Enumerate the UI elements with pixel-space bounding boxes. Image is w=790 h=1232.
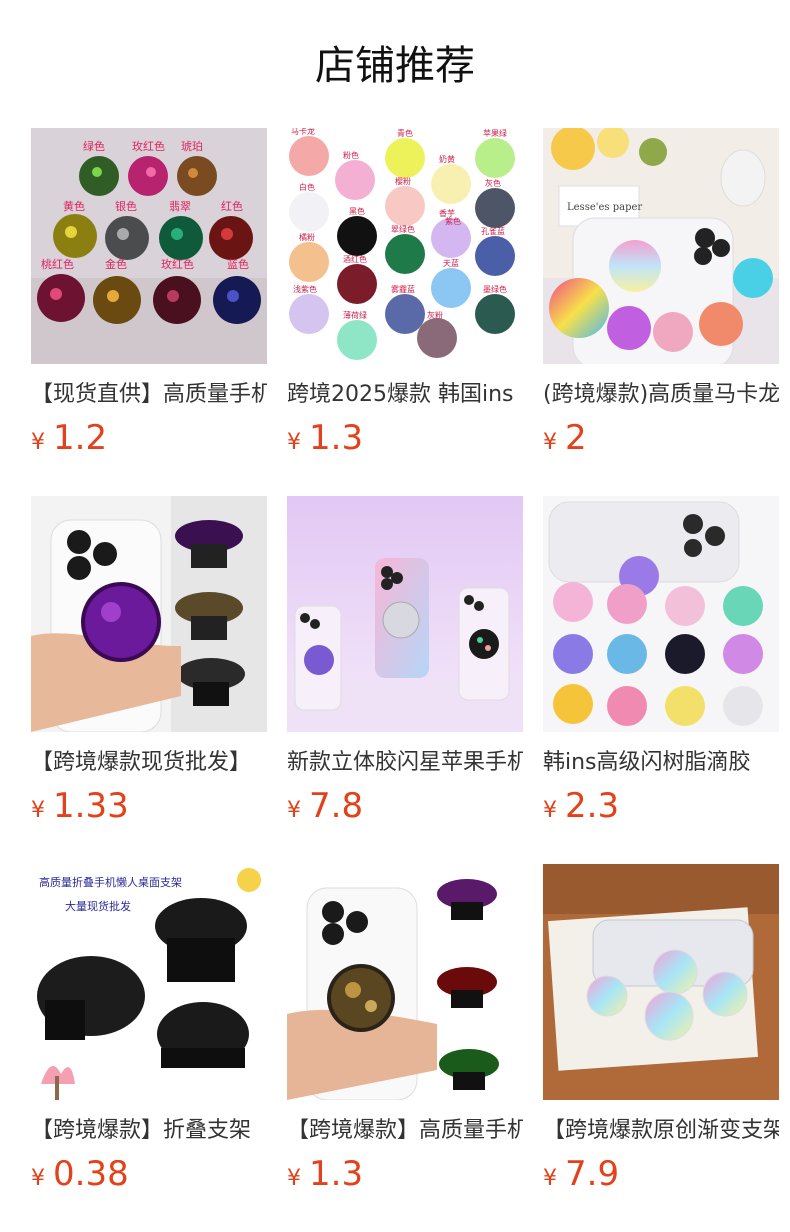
product-card[interactable]: 【跨境爆款现货批发】 ¥1.33 <box>31 496 267 831</box>
image-label: Lesse'es paper <box>567 202 642 213</box>
image-label: 黑色 <box>349 206 365 216</box>
currency-symbol: ¥ <box>287 798 301 823</box>
price-value: 2 <box>565 418 587 458</box>
product-image[interactable] <box>543 864 779 1100</box>
currency-symbol: ¥ <box>287 1166 301 1191</box>
image-label: 苹果绿 <box>483 128 507 138</box>
image-label: 浅紫色 <box>293 284 317 294</box>
currency-symbol: ¥ <box>31 798 45 823</box>
price-value: 1.3 <box>309 1154 364 1194</box>
currency-symbol: ¥ <box>287 430 301 455</box>
image-label: 翡翠 <box>169 200 191 213</box>
product-title[interactable]: 新款立体胶闪星苹果手机 <box>287 746 523 780</box>
image-label: 高质量折叠手机懒人桌面支架 <box>39 875 182 889</box>
image-label: 奶黄 <box>439 154 455 164</box>
image-label: 琥珀 <box>181 139 203 153</box>
product-card[interactable]: 绿色 玫红色 琥珀 黄色 银色 翡翠 红色 桃红色 金色 玫红色 蓝色 【现货直… <box>31 128 267 463</box>
product-card[interactable]: 【跨境爆款原创渐变支架 ¥7.9 <box>543 864 779 1199</box>
image-label: 灰色 <box>485 178 501 188</box>
image-label: 薄荷绿 <box>343 310 367 320</box>
product-price: ¥1.2 <box>31 418 267 463</box>
image-label: 银色 <box>115 199 137 213</box>
product-title[interactable]: 【现货直供】高质量手机支架 <box>31 378 267 412</box>
image-label: 孔雀蓝 <box>481 226 505 236</box>
image-label: 粉色 <box>343 150 359 160</box>
product-title[interactable]: 【跨境爆款原创渐变支架 <box>543 1114 779 1148</box>
image-label: 酒红色 <box>343 254 367 264</box>
product-price: ¥2.3 <box>543 786 779 831</box>
currency-symbol: ¥ <box>543 1166 557 1191</box>
product-title[interactable]: (跨境爆款)高质量马卡龙 <box>543 378 779 412</box>
image-label: 翠绿色 <box>391 224 415 234</box>
product-title[interactable]: 【跨境爆款】高质量手机 <box>287 1114 523 1148</box>
product-price: ¥1.3 <box>287 1154 523 1199</box>
image-label: 蓝色 <box>227 257 249 271</box>
image-label: 青色 <box>397 128 413 138</box>
product-image[interactable]: 马卡龙 青色 苹果绿 粉色 樱粉 奶黄 灰色 白色 黑色 翠绿色 香芋 紫色 孔… <box>287 128 523 364</box>
image-label: 金色 <box>105 257 127 271</box>
image-label: 大量现货批发 <box>65 899 131 913</box>
product-image[interactable] <box>287 496 523 732</box>
product-title[interactable]: 韩ins高级闪树脂滴胶 <box>543 746 779 780</box>
price-value: 7.8 <box>309 786 364 826</box>
product-card[interactable]: 【跨境爆款】高质量手机 ¥1.3 <box>287 864 523 1199</box>
image-label: 橘粉 <box>299 232 315 242</box>
price-value: 1.33 <box>53 786 129 826</box>
image-label: 灰粉 <box>427 310 443 320</box>
product-price: ¥7.9 <box>543 1154 779 1199</box>
product-price: ¥7.8 <box>287 786 523 831</box>
product-price: ¥1.33 <box>31 786 267 831</box>
price-value: 0.38 <box>53 1154 129 1194</box>
currency-symbol: ¥ <box>543 798 557 823</box>
price-value: 1.3 <box>309 418 364 458</box>
product-image[interactable] <box>287 864 523 1100</box>
product-title[interactable]: 【跨境爆款】折叠支架 <box>31 1114 267 1148</box>
product-image[interactable] <box>31 496 267 732</box>
image-label: 马卡龙 <box>291 128 315 136</box>
price-value: 1.2 <box>53 418 108 458</box>
product-card[interactable]: 马卡龙 青色 苹果绿 粉色 樱粉 奶黄 灰色 白色 黑色 翠绿色 香芋 紫色 孔… <box>287 128 523 463</box>
currency-symbol: ¥ <box>543 430 557 455</box>
product-title[interactable]: 【跨境爆款现货批发】 <box>31 746 267 780</box>
image-label: 红色 <box>221 199 243 213</box>
product-image[interactable]: 绿色 玫红色 琥珀 黄色 银色 翡翠 红色 桃红色 金色 玫红色 蓝色 <box>31 128 267 364</box>
image-label: 黄色 <box>63 199 85 213</box>
page-title: 店铺推荐 <box>315 43 475 89</box>
image-label: 绿色 <box>83 139 105 153</box>
image-label: 玫红色 <box>161 257 194 271</box>
image-label: 天蓝 <box>443 258 459 268</box>
price-value: 7.9 <box>565 1154 620 1194</box>
product-card[interactable]: 新款立体胶闪星苹果手机 ¥7.8 <box>287 496 523 831</box>
product-card[interactable]: 韩ins高级闪树脂滴胶 ¥2.3 <box>543 496 779 831</box>
image-label: 紫色 <box>445 216 461 226</box>
image-label: 玫红色 <box>132 139 165 153</box>
product-price: ¥0.38 <box>31 1154 267 1199</box>
price-value: 2.3 <box>565 786 620 826</box>
image-label: 白色 <box>299 182 315 192</box>
product-title[interactable]: 跨境2025爆款 韩国ins <box>287 378 523 412</box>
product-price: ¥1.3 <box>287 418 523 463</box>
image-label: 墨绿色 <box>483 284 507 294</box>
image-label: 樱粉 <box>395 176 411 186</box>
product-card[interactable]: Lesse'es paper (跨境爆款)高质量马卡龙 ¥2 <box>543 128 779 463</box>
product-image[interactable]: Lesse'es paper <box>543 128 779 364</box>
currency-symbol: ¥ <box>31 430 45 455</box>
product-image[interactable]: 高质量折叠手机懒人桌面支架 大量现货批发 <box>31 864 267 1100</box>
product-price: ¥2 <box>543 418 779 463</box>
image-label: 桃红色 <box>41 257 74 271</box>
product-image[interactable] <box>543 496 779 732</box>
image-label: 雾霾蓝 <box>391 284 415 294</box>
currency-symbol: ¥ <box>31 1166 45 1191</box>
product-card[interactable]: 高质量折叠手机懒人桌面支架 大量现货批发 【跨境爆款】折叠支架 ¥0.38 <box>31 864 267 1199</box>
